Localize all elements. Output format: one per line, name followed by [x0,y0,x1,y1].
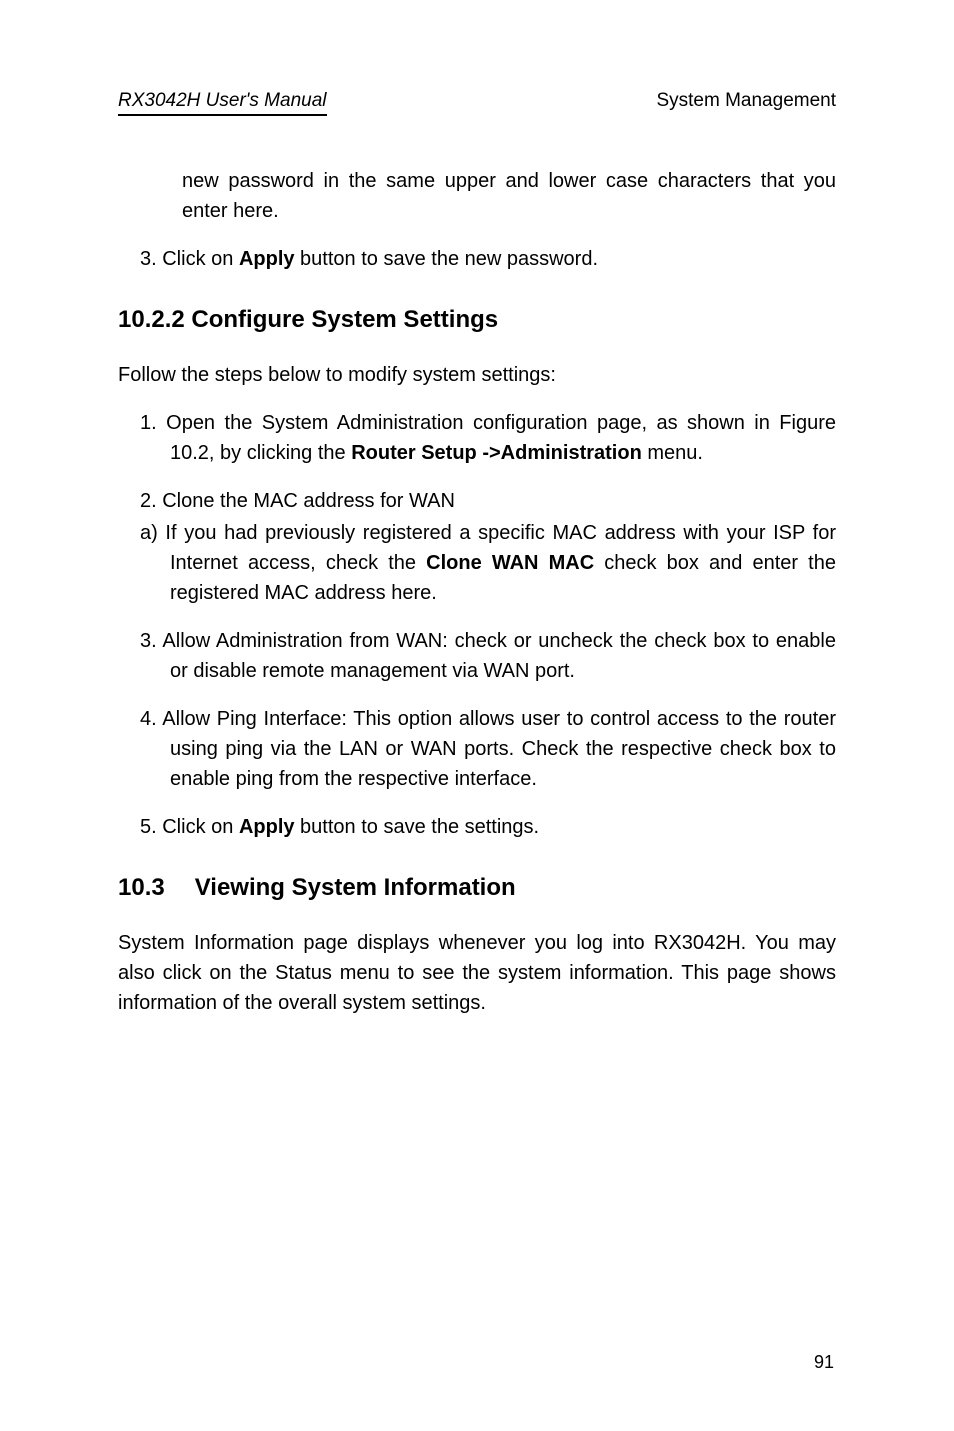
header-row: RX3042H User's Manual System Management [118,90,836,116]
numbered-list-1022-cont: 3. Click on Apply button to save the new… [134,244,836,274]
text: menu. [642,442,703,464]
header-left: RX3042H User's Manual [118,90,327,116]
section-title: Viewing System Information [195,874,516,901]
list-item-3-apply-password: 3. Click on Apply button to save the new… [170,244,836,274]
page-header: RX3042H User's Manual System Management [118,90,836,116]
list-item-5: 5. Click on Apply button to save the set… [170,812,836,842]
header-right: System Management [656,90,836,114]
menu-path: Router Setup ->Administration [351,442,642,464]
numbered-list-1022: 1. Open the System Administration config… [134,408,836,842]
para-10-3: System Information page displays wheneve… [118,928,836,1018]
text: button to save the new password. [295,248,599,270]
page-number: 91 [814,1352,834,1373]
list-item-3: 3. Allow Administration from WAN: check … [170,626,836,686]
apply-label: Apply [239,248,295,270]
apply-label: Apply [239,816,295,838]
list-item-2: 2. Clone the MAC address for WAN [170,486,836,516]
list-item-2a: a) If you had previously registered a sp… [170,518,836,608]
intro-10-2-2: Follow the steps below to modify system … [118,360,836,390]
page: RX3042H User's Manual System Management … [0,0,954,1431]
heading-10-3: 10.3 Viewing System Information [118,870,836,906]
list-item-1: 1. Open the System Administration config… [170,408,836,468]
clone-wan-mac-label: Clone WAN MAC [426,552,594,574]
list-item-4: 4. Allow Ping Interface: This option all… [170,704,836,794]
text: 3. Click on [140,248,239,270]
content-body: new password in the same upper and lower… [118,166,836,1018]
section-number: 10.3 [118,874,165,901]
text: 5. Click on [140,816,239,838]
text: button to save the settings. [295,816,540,838]
continuation-paragraph: new password in the same upper and lower… [182,166,836,226]
heading-10-2-2: 10.2.2 Configure System Settings [118,302,836,338]
